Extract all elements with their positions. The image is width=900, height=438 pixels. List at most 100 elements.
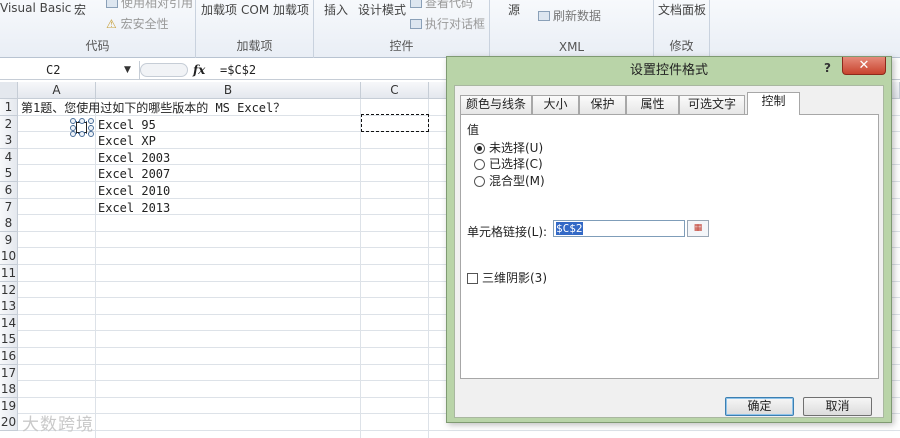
document-panel-button[interactable]: 文档面板	[658, 1, 706, 18]
run-dialog-icon	[410, 19, 422, 29]
row-header[interactable]: 3	[0, 132, 18, 150]
ribbon-group-label-modify: 修改	[669, 39, 694, 53]
row-header[interactable]: 10	[0, 248, 18, 266]
resize-handle-sw[interactable]	[70, 131, 76, 137]
tab-alt-text[interactable]: 可选文字	[679, 95, 745, 114]
row-header[interactable]: 20	[0, 414, 18, 432]
row-header[interactable]: 13	[0, 298, 18, 316]
radio-unchecked-icon[interactable]	[474, 143, 485, 154]
radio-mixed[interactable]: 混合型(M)	[474, 172, 545, 189]
cell-b7[interactable]: Excel 2013	[98, 200, 170, 216]
gridline-a	[95, 99, 96, 438]
visual-basic-button[interactable]: Visual Basic	[0, 1, 71, 15]
name-box[interactable]: C2	[0, 61, 140, 79]
collapse-dialog-icon[interactable]: ▦	[687, 220, 709, 237]
cell-a1[interactable]: 第1题、您使用过如下的哪些版本的 MS Excel？	[21, 100, 285, 116]
radio-mixed-icon[interactable]	[474, 176, 485, 187]
help-icon[interactable]: ?	[824, 61, 831, 75]
name-box-dropdown-icon[interactable]: ▼	[124, 61, 131, 79]
warning-icon: ⚠	[106, 17, 117, 31]
column-header-a[interactable]: A	[18, 82, 96, 99]
row-header[interactable]: 2	[0, 115, 18, 133]
resize-handle-n[interactable]	[79, 118, 85, 124]
row-header[interactable]: 5	[0, 165, 18, 183]
resize-handle-s[interactable]	[79, 131, 85, 137]
macros-button[interactable]: 宏	[74, 1, 86, 18]
ribbon-group-addins: 加载项 COM 加载项 加载项	[196, 0, 314, 58]
refresh-data-icon	[538, 11, 550, 21]
view-code-icon	[410, 0, 422, 8]
tab-colors-lines[interactable]: 颜色与线条	[460, 95, 532, 114]
ribbon: Visual Basic 宏 使用相对引用 ⚠ 宏安全性 代码 加载项 COM …	[0, 0, 900, 58]
column-header-c[interactable]: C	[361, 82, 429, 99]
run-dialog-button[interactable]: 执行对话框	[410, 15, 485, 32]
cell-link-input[interactable]: $C$2	[553, 220, 685, 237]
row-header[interactable]: 6	[0, 182, 18, 199]
ribbon-group-label-addins: 加载项	[236, 39, 273, 53]
cell-b6[interactable]: Excel 2010	[98, 183, 170, 199]
cell-link-label: 单元格链接(L):	[467, 225, 548, 239]
ribbon-group-controls: 插入 设计模式 查看代码 执行对话框 控件	[314, 0, 490, 58]
column-header-b[interactable]: B	[96, 82, 361, 99]
view-code-button[interactable]: 查看代码	[410, 0, 473, 11]
cell-b2[interactable]: Excel 95	[98, 117, 156, 133]
tab-protection[interactable]: 保护	[579, 95, 626, 114]
row-header[interactable]: 17	[0, 364, 18, 382]
row-header[interactable]: 8	[0, 215, 18, 233]
xml-source-button[interactable]: 源	[508, 1, 520, 18]
formula-input[interactable]: =$C$2	[220, 61, 256, 79]
com-addins-button[interactable]: COM 加载项	[241, 1, 309, 18]
ribbon-group-label-code: 代码	[85, 39, 110, 53]
resize-handle-se[interactable]	[88, 131, 94, 137]
cancel-button[interactable]: 取消	[803, 397, 872, 416]
formula-bar-splitter[interactable]	[140, 63, 188, 77]
row-header[interactable]: 1	[0, 99, 18, 116]
cell-b4[interactable]: Excel 2003	[98, 150, 170, 166]
watermark: 大数跨境	[22, 415, 94, 435]
resize-handle-nw[interactable]	[70, 118, 76, 124]
radio-checked-icon[interactable]	[474, 159, 485, 170]
cell-b3[interactable]: Excel XP	[98, 133, 156, 149]
selected-cell-c2[interactable]	[361, 114, 429, 132]
row-header[interactable]: 15	[0, 331, 18, 349]
value-section-title: 值	[467, 123, 480, 137]
checkbox-form-control[interactable]	[70, 118, 94, 137]
addins-button[interactable]: 加载项	[201, 1, 237, 18]
ribbon-group-code: Visual Basic 宏 使用相对引用 ⚠ 宏安全性 代码	[0, 0, 196, 58]
row-header[interactable]: 12	[0, 281, 18, 299]
gridline-c	[428, 99, 429, 438]
insert-control-button[interactable]: 插入	[324, 1, 348, 18]
resize-handle-ne[interactable]	[88, 118, 94, 124]
ribbon-group-label-xml: XML	[558, 40, 585, 54]
relative-reference-button[interactable]: 使用相对引用	[106, 0, 193, 11]
gridline-b	[360, 99, 361, 438]
tab-size[interactable]: 大小	[532, 95, 579, 114]
macro-security-button[interactable]: ⚠ 宏安全性	[106, 15, 169, 32]
row-header[interactable]: 16	[0, 348, 18, 365]
row-header[interactable]: 18	[0, 381, 18, 399]
tab-control[interactable]: 控制	[747, 92, 800, 115]
row-header[interactable]: 19	[0, 397, 18, 415]
control-tab-panel: 值 未选择(U) 已选择(C) 混合型(M) 单元格链接(L): $C$2 ▦ …	[460, 114, 879, 379]
insert-function-icon[interactable]: fx	[193, 61, 205, 79]
row-header[interactable]: 9	[0, 231, 18, 249]
row-gridline	[18, 430, 900, 431]
shading-3d-checkbox-icon[interactable]	[467, 273, 478, 284]
design-mode-button[interactable]: 设计模式	[358, 1, 406, 18]
row-header[interactable]: 11	[0, 265, 18, 282]
relative-reference-icon	[106, 0, 118, 8]
row-header[interactable]: 14	[0, 314, 18, 332]
tab-properties[interactable]: 属性	[626, 95, 679, 114]
cell-b5[interactable]: Excel 2007	[98, 166, 170, 182]
refresh-data-button[interactable]: 刷新数据	[538, 7, 601, 24]
row-header[interactable]: 7	[0, 198, 18, 216]
radio-checked[interactable]: 已选择(C)	[474, 155, 543, 172]
select-all-corner[interactable]	[0, 82, 18, 99]
row-header[interactable]: 4	[0, 148, 18, 166]
dialog-body: 颜色与线条 大小 保护 属性 可选文字 控制 值 未选择(U) 已选择(C) 混…	[454, 85, 884, 418]
radio-unchecked[interactable]: 未选择(U)	[474, 139, 543, 156]
close-button[interactable]: ✕	[842, 57, 886, 75]
shading-3d-checkbox[interactable]: 三维阴影(3)	[467, 269, 547, 286]
ok-button[interactable]: 确定	[725, 397, 794, 416]
ribbon-group-label-controls: 控件	[389, 39, 414, 53]
